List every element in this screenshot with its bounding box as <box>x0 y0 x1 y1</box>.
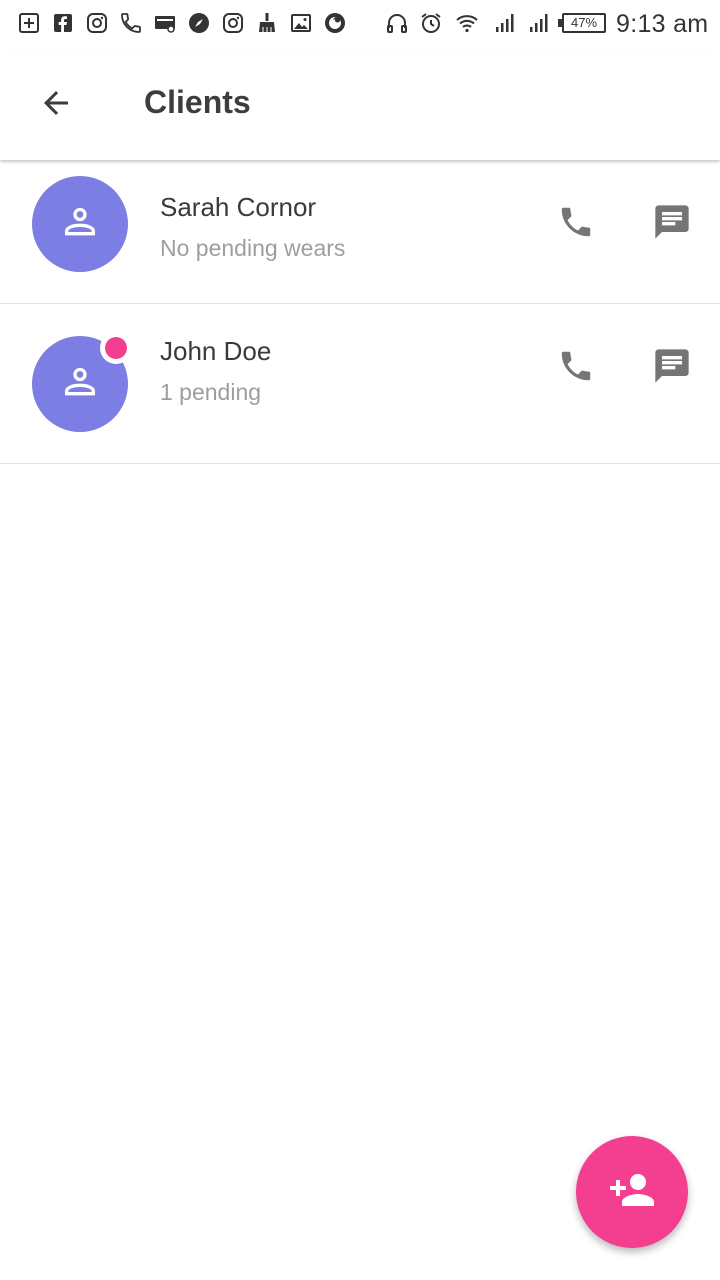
wifi-icon <box>454 10 480 36</box>
back-button[interactable] <box>28 77 84 133</box>
phone-icon <box>557 347 595 390</box>
broom-icon <box>254 10 280 36</box>
add-client-button[interactable] <box>576 1136 688 1248</box>
client-name: Sarah Cornor <box>160 192 317 222</box>
list-item[interactable]: Sarah Cornor No pending wears <box>0 160 720 304</box>
avatar <box>32 176 128 272</box>
pending-dot <box>105 337 127 359</box>
image-icon <box>288 10 314 36</box>
pending-badge <box>100 332 132 364</box>
person-icon <box>60 362 100 407</box>
client-list: Sarah Cornor No pending wears John Doe 1… <box>0 160 720 464</box>
list-item[interactable]: John Doe 1 pending <box>0 304 720 464</box>
signal-icon <box>526 10 552 36</box>
headset-icon <box>384 10 410 36</box>
battery-indicator: 47% <box>558 13 606 33</box>
status-clock: 9:13 am <box>616 10 709 38</box>
person-icon <box>60 202 100 247</box>
call-button[interactable] <box>552 200 600 248</box>
status-bar: 47% 9:13 am <box>0 0 720 50</box>
message-button[interactable] <box>648 344 696 392</box>
person-add-icon <box>608 1166 656 1219</box>
firefox-icon <box>322 10 348 36</box>
compass-icon <box>186 10 212 36</box>
client-status: 1 pending <box>160 379 262 405</box>
alarm-icon <box>418 10 444 36</box>
instagram-icon <box>220 10 246 36</box>
message-icon <box>652 202 692 247</box>
card-icon <box>152 10 178 36</box>
signal-icon <box>492 10 518 36</box>
phone-icon <box>557 203 595 246</box>
call-button[interactable] <box>552 344 600 392</box>
message-icon <box>652 346 692 391</box>
arrow-left-icon <box>38 85 74 126</box>
avatar <box>32 332 132 432</box>
app-bar: Clients <box>0 50 720 160</box>
page-title: Clients <box>144 84 251 120</box>
phone-icon <box>118 10 144 36</box>
facebook-icon <box>50 10 76 36</box>
client-name: John Doe <box>160 336 272 366</box>
add-box-icon <box>16 10 42 36</box>
message-button[interactable] <box>648 200 696 248</box>
client-status: No pending wears <box>160 235 346 261</box>
instagram-icon <box>84 10 110 36</box>
